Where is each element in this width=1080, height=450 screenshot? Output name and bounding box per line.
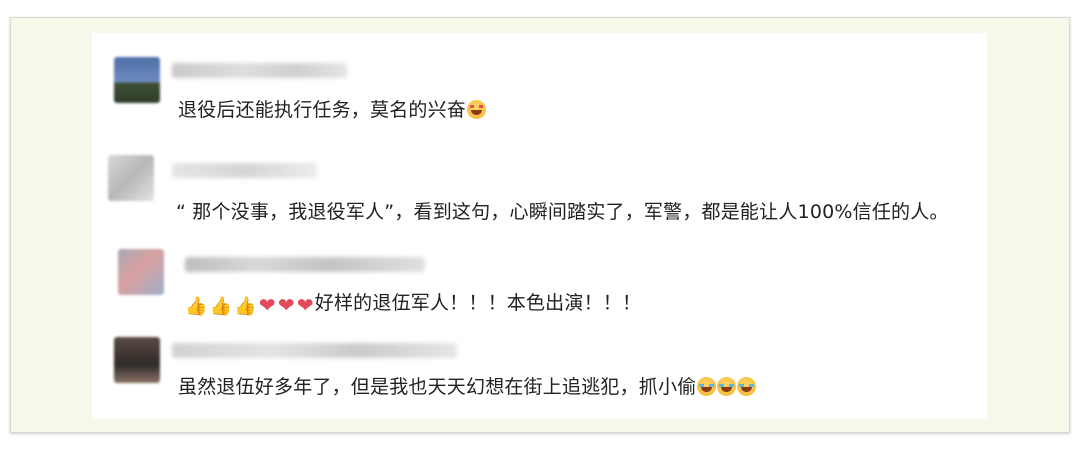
tears-of-joy-icon <box>697 377 717 396</box>
smiling-face-with-hearts-icon <box>467 100 487 119</box>
thumbs-up-icon: 👍 <box>185 296 208 317</box>
comment-text: 虽然退伍好多年了，但是我也天天幻想在街上追逃犯，抓小偷 <box>178 372 757 399</box>
comment-text-content: “ 那个没事，我退役军人”，看到这句，心瞬间踏实了，军警，都是能让人100%信任… <box>176 201 949 223</box>
thumbs-up-icon: 👍 <box>234 296 257 317</box>
tears-of-joy-icon <box>717 377 737 396</box>
tears-of-joy-icon <box>737 377 757 396</box>
comment-text: “ 那个没事，我退役军人”，看到这句，心瞬间踏实了，军警，都是能让人100%信任… <box>176 197 949 224</box>
comment-item: 👍 👍 👍 ❤ ❤ ❤好样的退伍军人！！！本色出演！！！ <box>92 243 987 323</box>
comment-text: 👍 👍 👍 ❤ ❤ ❤好样的退伍军人！！！本色出演！！！ <box>184 288 641 317</box>
comment-text: 退役后还能执行任务，莫名的兴奋 <box>178 95 487 122</box>
comment-text-content: 虽然退伍好多年了，但是我也天天幻想在街上追逃犯，抓小偷 <box>178 376 697 398</box>
red-heart-icon: ❤ <box>258 293 276 317</box>
comment-item: “ 那个没事，我退役军人”，看到这句，心瞬间踏实了，军警，都是能让人100%信任… <box>92 153 987 233</box>
avatar[interactable] <box>118 249 164 295</box>
username-blurred[interactable] <box>172 63 347 78</box>
avatar[interactable] <box>108 155 154 201</box>
username-blurred[interactable] <box>185 257 425 272</box>
avatar[interactable] <box>114 337 160 383</box>
comment-text-content: 好样的退伍军人！！！本色出演！！！ <box>314 292 642 314</box>
red-heart-icon: ❤ <box>277 293 295 317</box>
username-blurred[interactable] <box>172 163 317 178</box>
comment-list: 退役后还能执行任务，莫名的兴奋 “ 那个没事，我退役军人”，看到这句，心瞬间踏实… <box>92 33 987 419</box>
comment-item: 虽然退伍好多年了，但是我也天天幻想在街上追逃犯，抓小偷 <box>92 333 987 413</box>
avatar[interactable] <box>114 57 160 103</box>
username-blurred[interactable] <box>172 343 457 358</box>
thumbs-up-icon: 👍 <box>209 296 233 317</box>
comment-text-content: 退役后还能执行任务，莫名的兴奋 <box>178 99 467 121</box>
red-heart-icon: ❤ <box>296 293 314 317</box>
comment-item: 退役后还能执行任务，莫名的兴奋 <box>92 53 987 133</box>
